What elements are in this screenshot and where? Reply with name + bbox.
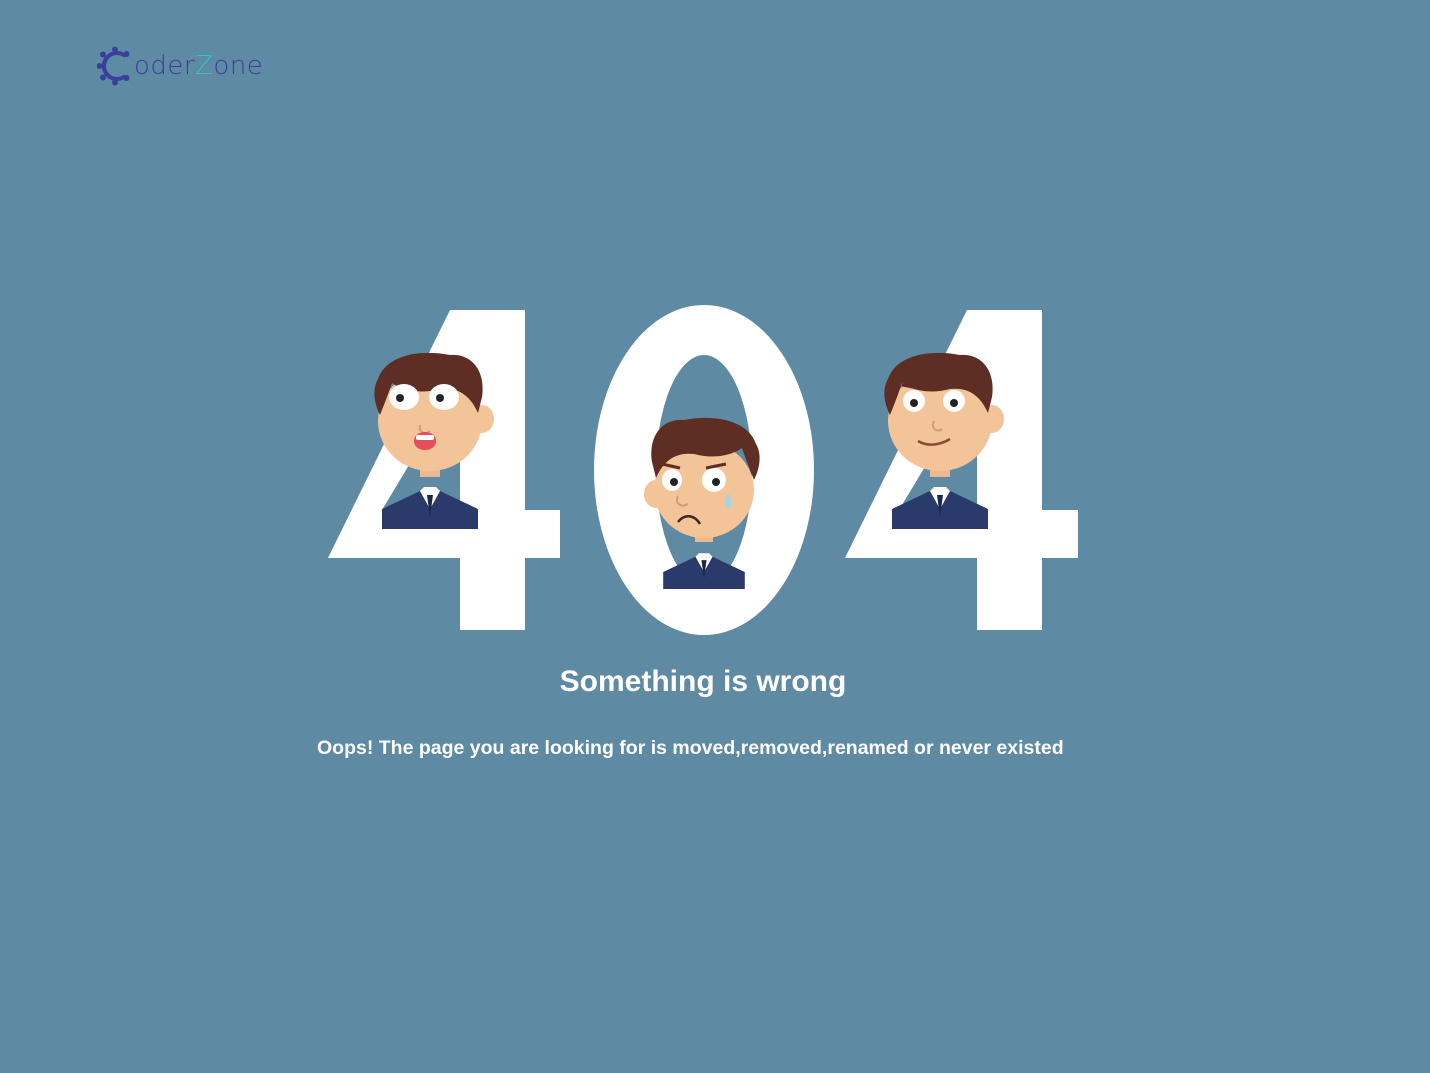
- error-message: Oops! The page you are looking for is mo…: [317, 737, 1064, 759]
- brand-wordmark: oderZone: [134, 51, 264, 81]
- brand-logo[interactable]: oderZone: [97, 46, 263, 86]
- gear-c-icon: [97, 46, 130, 86]
- error-404-illustration: [320, 300, 1090, 640]
- error-title: Something is wrong: [559, 665, 847, 698]
- 404-graphic: [328, 305, 1078, 635]
